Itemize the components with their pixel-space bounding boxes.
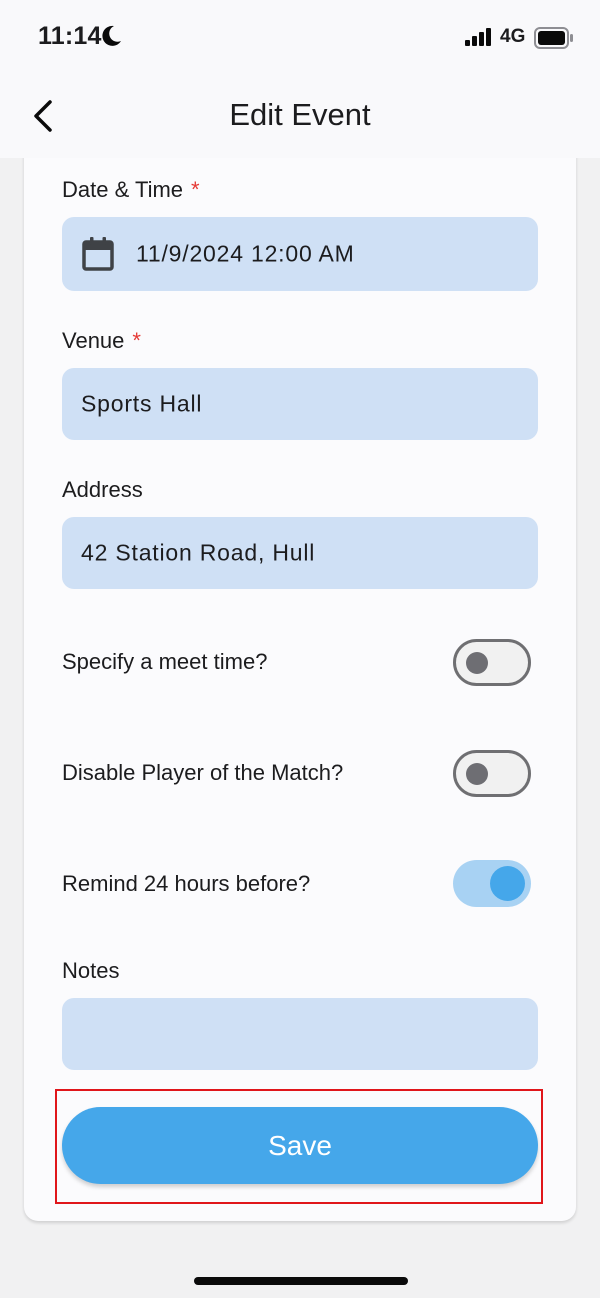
date-time-field[interactable]: 11/9/2024 12:00 AM [62,217,538,291]
toggle-knob [466,652,488,674]
page-title: Edit Event [229,97,371,132]
network-type: 4G [500,26,526,47]
date-time-value: 11/9/2024 12:00 AM [136,240,355,267]
remind-label: Remind 24 hours before? [62,871,311,896]
notes-input[interactable] [62,998,538,1070]
address-value: 42 Station Road, Hull [81,539,316,566]
toggle-knob [490,866,525,901]
notes-label: Notes [62,958,120,983]
disable-potm-label: Disable Player of the Match? [62,760,344,785]
calendar-icon [82,237,114,271]
home-indicator [194,1277,408,1285]
status-bar: 11:14 4G [0,0,600,78]
date-time-label-text: Date & Time [62,177,184,202]
venue-input[interactable]: Sports Hall [62,368,538,440]
status-time: 11:14 [38,22,102,50]
address-label: Address [62,477,143,502]
meet-time-toggle[interactable] [453,639,531,686]
remind-toggle[interactable] [453,860,531,907]
moon-icon [102,25,121,46]
address-input[interactable]: 42 Station Road, Hull [62,517,538,589]
save-button[interactable]: Save [62,1107,538,1184]
toggle-knob [466,763,488,785]
disable-potm-toggle[interactable] [453,750,531,797]
nav-header: Edit Event [0,78,600,158]
date-time-label: Date & Time * [62,177,200,203]
venue-label-text: Venue [62,328,125,353]
venue-value: Sports Hall [81,390,203,417]
battery-icon [534,27,573,49]
venue-label: Venue * [62,328,141,354]
required-asterisk: * [132,328,141,353]
signal-bars-icon [465,28,491,46]
meet-time-label: Specify a meet time? [62,649,268,674]
required-asterisk: * [191,177,200,202]
